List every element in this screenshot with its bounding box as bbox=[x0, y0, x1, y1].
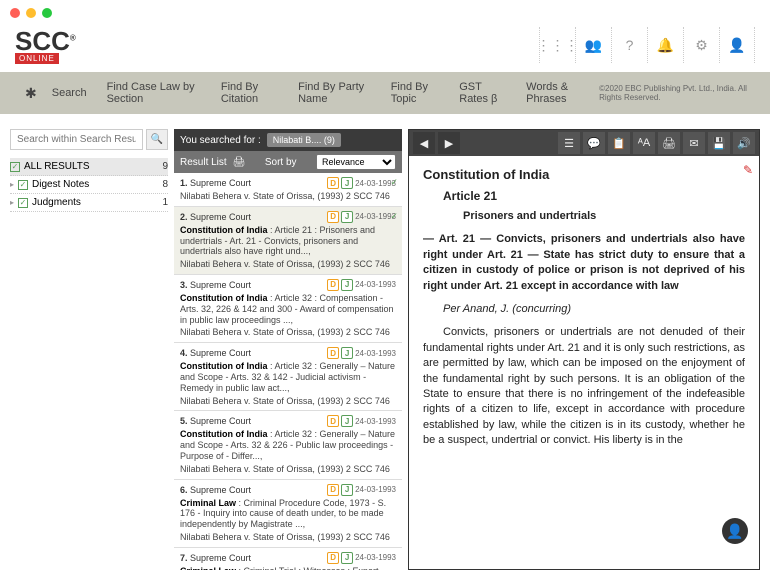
help-icon[interactable]: ? bbox=[611, 27, 647, 63]
right-panel: ◀ ▶ ☰ 💬 📋 ᴬA 🖨 ✉ 💾 🔊 ✎ Constitution of I… bbox=[408, 129, 760, 570]
doc-title: Constitution of India bbox=[423, 166, 745, 184]
checkbox-icon: ✓ bbox=[18, 198, 28, 208]
print-icon[interactable]: 🖨 bbox=[233, 157, 246, 168]
chat-icon[interactable]: 💬 bbox=[583, 132, 605, 154]
filter-all-results[interactable]: ✓ ALL RESULTS 9 bbox=[10, 158, 168, 176]
sound-icon[interactable]: 🔊 bbox=[733, 132, 755, 154]
result-item[interactable]: 5. Supreme Court DJ 24-03-1993 Constitut… bbox=[174, 411, 402, 479]
nav-case-law[interactable]: Find Case Law by Section bbox=[97, 77, 211, 109]
result-list[interactable]: 1. Supreme Court DJ 24-03-1993 Nilabati … bbox=[174, 173, 402, 570]
nav-icon[interactable]: ✱ bbox=[15, 81, 42, 106]
header-icons: ⋮⋮⋮ 👥 ? 🔔 ⚙ 👤 bbox=[539, 27, 755, 63]
doc-judge: Per Anand, J. (concurring) bbox=[443, 302, 745, 317]
filter-search-box: 🔍 bbox=[10, 129, 168, 150]
result-item[interactable]: 1. Supreme Court DJ 24-03-1993 Nilabati … bbox=[174, 173, 402, 207]
expand-icon[interactable]: ▸ bbox=[10, 198, 14, 207]
logo-text: SCC® bbox=[15, 26, 76, 57]
doc-headnote: — Art. 21 — Convicts, prisoners and unde… bbox=[423, 232, 745, 294]
nav-party[interactable]: Find By Party Name bbox=[288, 77, 381, 109]
filter-digest-notes[interactable]: ▸ ✓ Digest Notes 8 bbox=[10, 176, 168, 194]
filter-label: Digest Notes bbox=[32, 179, 89, 190]
left-panel: 🔍 ✓ ALL RESULTS 9 ▸ ✓ Digest Notes 8 ▸ ✓ Judg… bbox=[10, 129, 168, 570]
doc-content[interactable]: ✎ Constitution of India Article 21 Priso… bbox=[409, 156, 759, 569]
middle-panel: You searched for : Nilabati B.... (9) Re… bbox=[174, 129, 402, 570]
users-icon[interactable]: 👥 bbox=[575, 27, 611, 63]
search-prefix: You searched for : bbox=[180, 135, 261, 146]
minimize-window-icon[interactable] bbox=[26, 8, 36, 18]
filter-count: 1 bbox=[162, 197, 168, 208]
search-tag-bar: You searched for : Nilabati B.... (9) bbox=[174, 129, 402, 151]
result-item[interactable]: 2. Supreme Court DJ 24-03-1993 Constitut… bbox=[174, 207, 402, 275]
font-icon[interactable]: ᴬA bbox=[633, 132, 655, 154]
maximize-window-icon[interactable] bbox=[42, 8, 52, 18]
fab-button[interactable]: 👤 bbox=[722, 518, 748, 544]
result-item[interactable]: 6. Supreme Court DJ 24-03-1993 Criminal … bbox=[174, 480, 402, 548]
window-controls bbox=[0, 0, 770, 26]
grid-icon[interactable]: ⋮⋮⋮ bbox=[539, 27, 575, 63]
result-item[interactable]: 4. Supreme Court DJ 24-03-1993 Constitut… bbox=[174, 343, 402, 411]
result-item[interactable]: 3. Supreme Court DJ 24-03-1993 Constitut… bbox=[174, 275, 402, 343]
nav-gst[interactable]: GST Rates β bbox=[449, 77, 516, 109]
content-area: 🔍 ✓ ALL RESULTS 9 ▸ ✓ Digest Notes 8 ▸ ✓ Judg… bbox=[0, 114, 770, 570]
search-tag[interactable]: Nilabati B.... (9) bbox=[267, 133, 341, 147]
doc-article: Article 21 bbox=[443, 188, 745, 205]
nav-search[interactable]: Search bbox=[42, 83, 97, 103]
copy-icon[interactable]: 📋 bbox=[608, 132, 630, 154]
copyright-text: ©2020 EBC Publishing Pvt. Ltd., India. A… bbox=[599, 84, 755, 102]
filter-label: Judgments bbox=[32, 197, 81, 208]
filter-search-input[interactable] bbox=[10, 129, 143, 150]
navbar: ✱ Search Find Case Law by Section Find B… bbox=[0, 72, 770, 114]
gear-icon[interactable]: ⚙ bbox=[683, 27, 719, 63]
close-window-icon[interactable] bbox=[10, 8, 20, 18]
next-icon[interactable]: ▶ bbox=[438, 132, 460, 154]
save-icon[interactable]: 💾 bbox=[708, 132, 730, 154]
filter-all-label: ALL RESULTS bbox=[24, 161, 90, 172]
doc-toolbar: ◀ ▶ ☰ 💬 📋 ᴬA 🖨 ✉ 💾 🔊 bbox=[409, 130, 759, 156]
checkbox-icon: ✓ bbox=[10, 162, 20, 172]
result-item[interactable]: 7. Supreme Court DJ 24-03-1993 Criminal … bbox=[174, 548, 402, 570]
print-icon[interactable]: 🖨 bbox=[658, 132, 680, 154]
filter-all-count: 9 bbox=[162, 161, 168, 172]
user-icon[interactable]: 👤 bbox=[719, 27, 755, 63]
filter-judgments[interactable]: ▸ ✓ Judgments 1 bbox=[10, 194, 168, 212]
doc-paragraph: Convicts, prisoners or undertrials are n… bbox=[423, 325, 745, 448]
nav-words[interactable]: Words & Phrases bbox=[516, 77, 599, 109]
mail-icon[interactable]: ✉ bbox=[683, 132, 705, 154]
header: SCC® ONLINE ⋮⋮⋮ 👥 ? 🔔 ⚙ 👤 bbox=[0, 26, 770, 72]
nav-topic[interactable]: Find By Topic bbox=[381, 77, 450, 109]
sort-label: Sort by bbox=[265, 157, 297, 168]
filter-count: 8 bbox=[162, 179, 168, 190]
result-header: Result List 🖨 Sort by Relevance bbox=[174, 151, 402, 173]
sort-select[interactable]: Relevance bbox=[316, 154, 396, 170]
prev-icon[interactable]: ◀ bbox=[413, 132, 435, 154]
expand-icon[interactable]: ▸ bbox=[10, 180, 14, 189]
checkbox-icon: ✓ bbox=[18, 180, 28, 190]
edit-icon[interactable]: ✎ bbox=[743, 162, 753, 179]
filter-search-button[interactable]: 🔍 bbox=[146, 129, 168, 150]
nav-citation[interactable]: Find By Citation bbox=[211, 77, 288, 109]
doc-subtitle: Prisoners and undertrials bbox=[463, 209, 745, 224]
bell-icon[interactable]: 🔔 bbox=[647, 27, 683, 63]
list-icon[interactable]: ☰ bbox=[558, 132, 580, 154]
result-list-label: Result List bbox=[180, 157, 227, 168]
logo: SCC® ONLINE bbox=[15, 26, 76, 64]
